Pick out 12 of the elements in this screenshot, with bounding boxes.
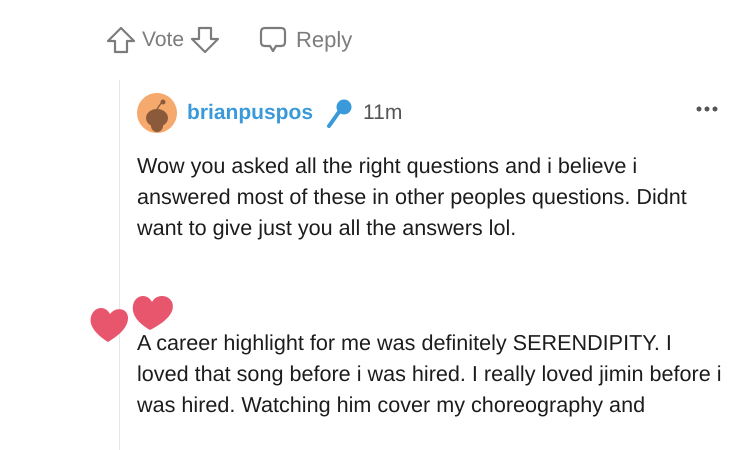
vote-label: Vote	[142, 28, 184, 52]
downvote-icon[interactable]	[190, 26, 220, 54]
avatar-icon[interactable]	[137, 93, 177, 133]
reply-button[interactable]: Reply	[258, 25, 352, 55]
more-options-icon[interactable]	[696, 106, 718, 112]
speech-bubble-icon	[258, 25, 288, 55]
comment-text: A career highlight for me was definitely SERENDIPITY. I loved that song before i was hired. I really loved jimin before i was hired. Watching him cover my choreography and	[137, 329, 723, 419]
username-link[interactable]: brianpuspos	[187, 101, 314, 125]
comment-text: Wow you asked all the right questions and i believe i answered most of these in other peoples questions. Didnt want to give just you all the answers lol.	[137, 152, 688, 242]
upvote-icon[interactable]	[106, 26, 136, 54]
microphone-icon	[325, 98, 354, 128]
timestamp: 11m	[363, 101, 402, 125]
